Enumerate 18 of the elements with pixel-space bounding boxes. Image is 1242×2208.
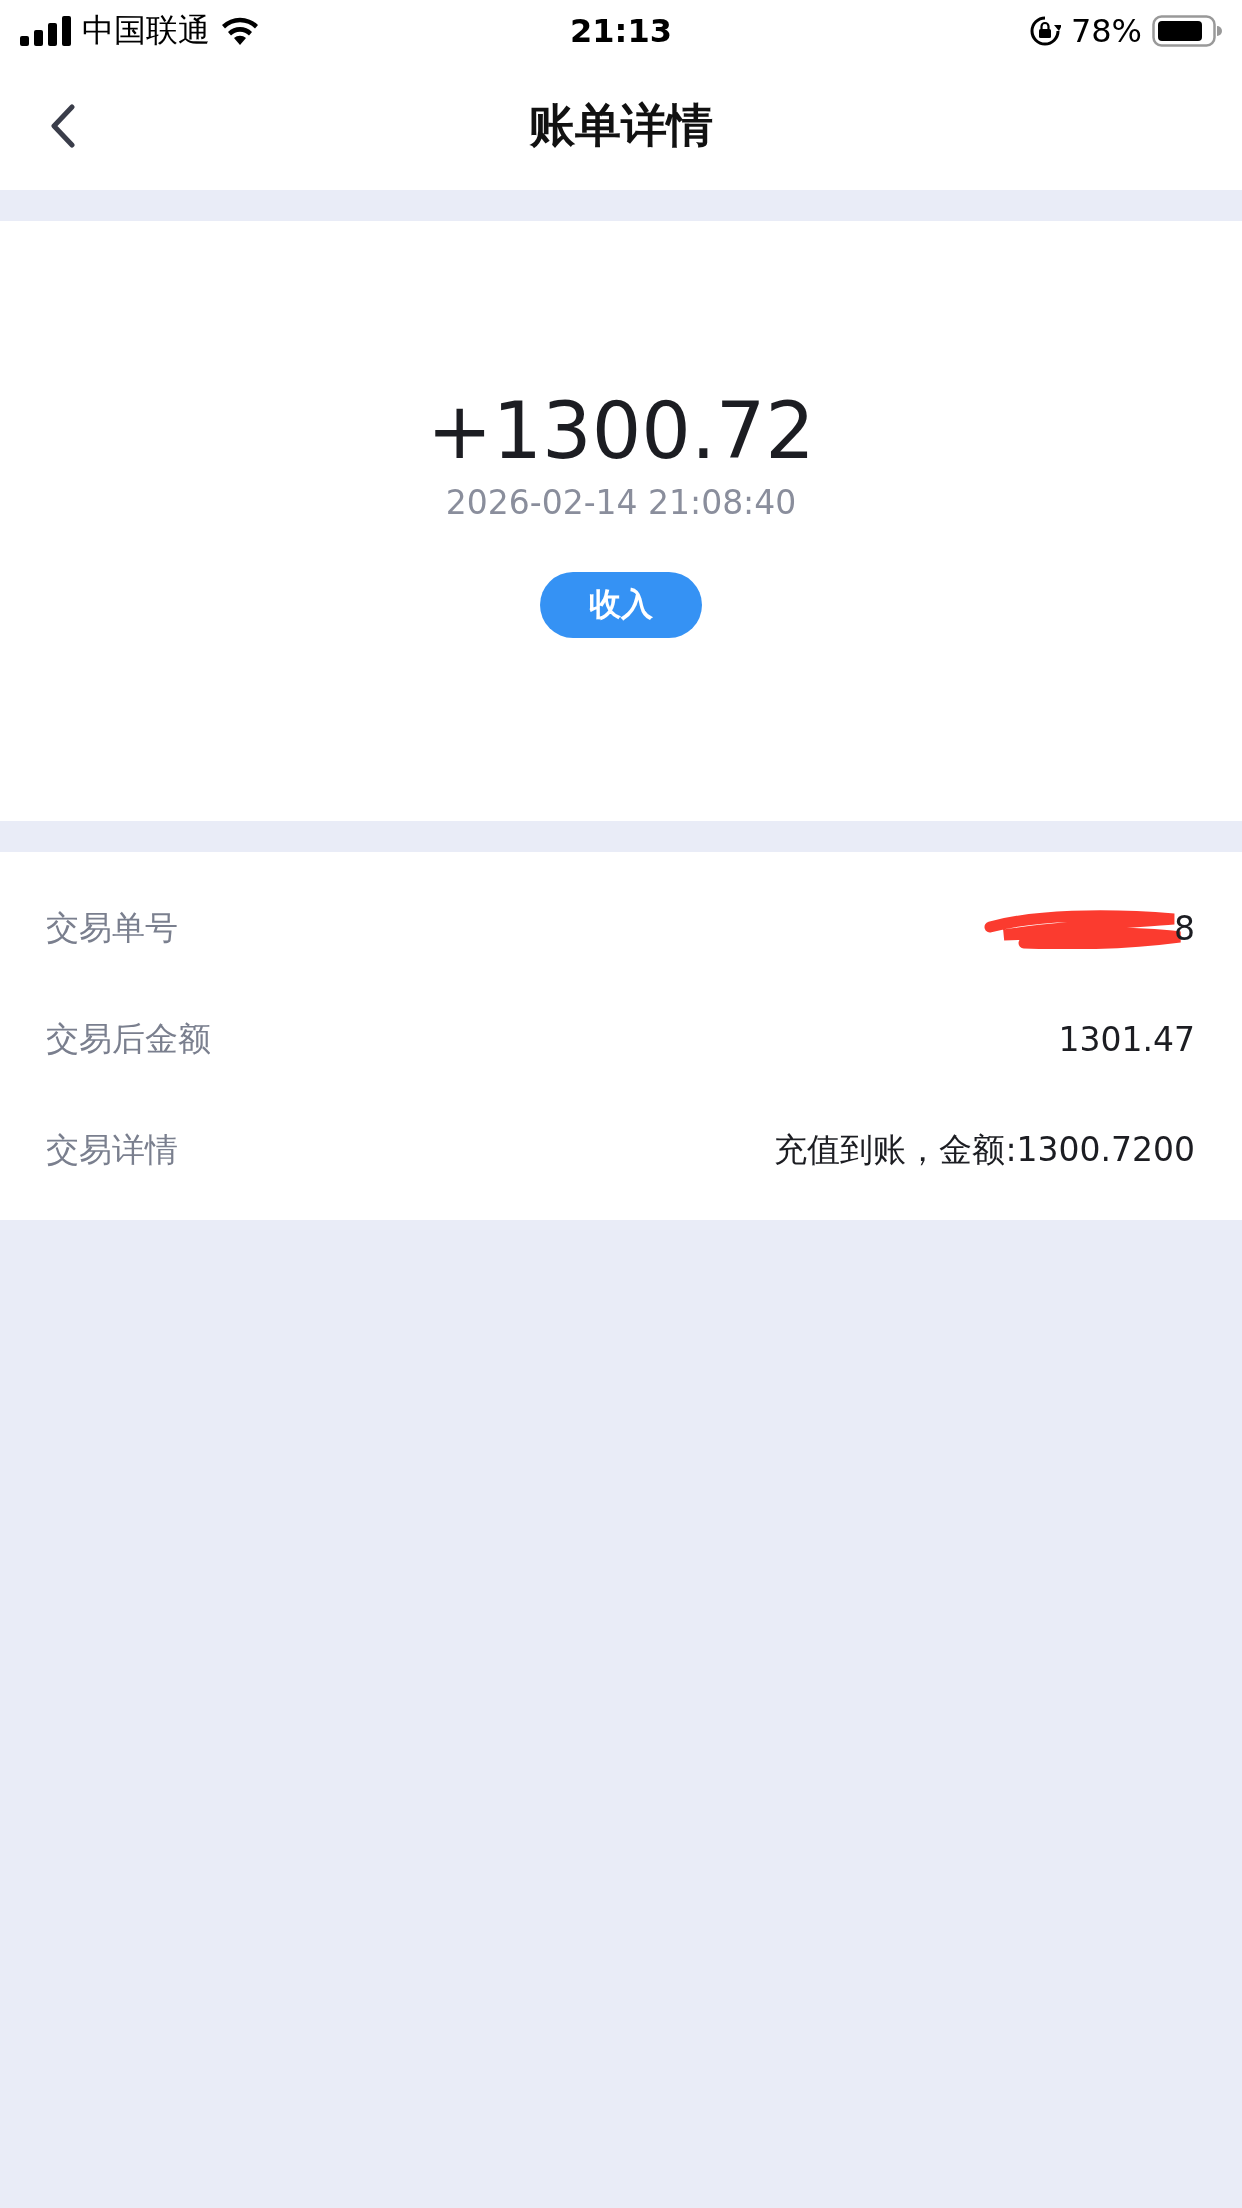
rotation-lock-icon bbox=[1028, 15, 1061, 47]
battery-icon bbox=[1152, 15, 1222, 47]
detail-label: 交易后金额 bbox=[46, 1018, 211, 1060]
amount-text: +1300.72 bbox=[427, 385, 815, 478]
detail-label: 交易详情 bbox=[46, 1129, 178, 1171]
back-icon[interactable] bbox=[50, 104, 76, 148]
detail-value: 充值到账，金额:1300.7200 bbox=[774, 1129, 1195, 1171]
detail-label: 交易单号 bbox=[46, 907, 178, 949]
page-title: 账单详情 bbox=[529, 97, 713, 154]
clock-time: 21:13 bbox=[570, 12, 672, 50]
transaction-datetime: 2026-02-14 21:08:40 bbox=[445, 483, 797, 522]
signal-icon bbox=[20, 16, 72, 46]
carrier-name: 中国联通 bbox=[82, 10, 210, 51]
wifi-icon bbox=[220, 16, 260, 46]
battery-percent: 78% bbox=[1070, 12, 1142, 50]
type-badge: 收入 bbox=[540, 572, 702, 638]
detail-value: 8 bbox=[1174, 909, 1195, 948]
detail-value: 1301.47 bbox=[1058, 1020, 1195, 1059]
